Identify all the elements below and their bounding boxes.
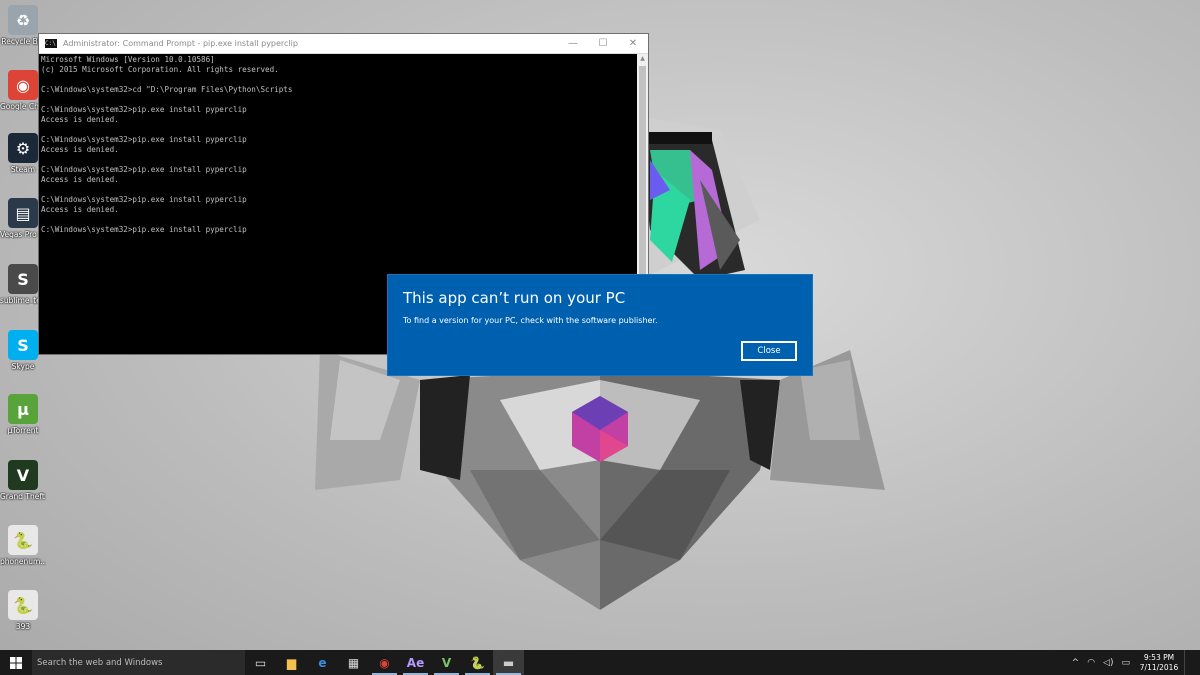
clock[interactable]: 9:53 PM 7/11/2016 (1134, 653, 1184, 673)
desktop-icon-glyph-icon: µ (8, 394, 38, 424)
dialog-message: To find a version for your PC, check wit… (403, 316, 658, 325)
after-effects-taskbar-button[interactable]: Ae (400, 650, 431, 675)
desktop-icon-glyph-icon: V (8, 460, 38, 490)
desktop-icon-label: phonenum... (0, 557, 46, 566)
desktop-icon-glyph-icon: ⚙ (8, 133, 38, 163)
dialog-title: This app can’t run on your PC (403, 289, 626, 307)
desktop-icon-glyph-icon: ♻ (8, 5, 38, 35)
task-view-icon: ▭ (254, 655, 267, 670)
desktop-icon-glyph-icon: 🐍 (8, 590, 38, 620)
python-file-icon: 🐍 (470, 655, 485, 670)
command-prompt-titlebar[interactable]: C:\ Administrator: Command Prompt - pip.… (39, 34, 648, 54)
chrome-taskbar-button[interactable]: ◉ (369, 650, 400, 675)
clock-time: 9:53 PM (1143, 652, 1175, 662)
chrome-icon: ◉ (379, 655, 390, 670)
scroll-up-icon[interactable]: ▲ (637, 55, 648, 62)
gta-taskbar-button[interactable]: V (431, 650, 462, 675)
maximize-button[interactable]: ☐ (588, 34, 618, 54)
volume-icon[interactable]: ◁) (1103, 658, 1113, 668)
close-button[interactable]: Close (740, 340, 798, 362)
wifi-icon[interactable]: ◠ (1087, 658, 1095, 668)
file-explorer-taskbar-button[interactable]: ▆ (276, 650, 307, 675)
system-tray: ^ ◠ ◁) ▭ 9:53 PM 7/11/2016 (1068, 650, 1200, 675)
file-explorer-icon: ▆ (286, 655, 297, 670)
store-taskbar-button[interactable]: ▦ (338, 650, 369, 675)
edge-taskbar-button[interactable]: e (307, 650, 338, 675)
desktop-icon-label: µTorrent (7, 426, 39, 435)
store-icon: ▦ (347, 655, 360, 670)
desktop-icon[interactable]: V Grand Theft Auto V (0, 460, 46, 501)
desktop-icon[interactable]: 🐍 393 (0, 590, 46, 631)
show-desktop-button[interactable] (1184, 650, 1200, 675)
after-effects-icon: Ae (406, 655, 425, 670)
command-prompt-icon: C:\ (45, 39, 57, 48)
taskbar-pinned-items: ▭ ▆ e ▦ ◉ Ae V 🐍 ▬ (245, 650, 524, 675)
cmd-icon: ▬ (502, 655, 515, 670)
gta-icon: V (441, 655, 452, 670)
search-input[interactable]: Search the web and Windows (32, 650, 245, 675)
start-button[interactable] (0, 650, 32, 675)
desktop-icon[interactable]: µ µTorrent (0, 394, 46, 435)
desktop-icon-label: Skype (11, 362, 35, 371)
taskbar: Search the web and Windows ▭ ▆ e ▦ ◉ Ae V 🐍 ▬ ^ … (0, 650, 1200, 675)
desktop-icon-glyph-icon: S (8, 264, 38, 294)
search-placeholder: Search the web and Windows (37, 657, 163, 668)
desktop-icon-glyph-icon: ▤ (8, 198, 38, 228)
close-window-button[interactable]: ✕ (618, 34, 648, 54)
app-cannot-run-dialog: This app can’t run on your PC To find a … (387, 274, 813, 376)
edge-icon: e (318, 655, 327, 670)
minimize-button[interactable]: — (558, 34, 588, 54)
window-title: Administrator: Command Prompt - pip.exe … (63, 39, 298, 48)
action-center-icon[interactable]: ▭ (1121, 658, 1130, 668)
desktop-icon[interactable]: 🐍 phonenum... (0, 525, 46, 566)
cmd-taskbar-button[interactable]: ▬ (493, 650, 524, 675)
desktop-icon-glyph-icon: S (8, 330, 38, 360)
desktop-icon-glyph-icon: ◉ (8, 70, 38, 100)
desktop-icon-glyph-icon: 🐍 (8, 525, 38, 555)
python-file-taskbar-button[interactable]: 🐍 (462, 650, 493, 675)
task-view-taskbar-button[interactable]: ▭ (245, 650, 276, 675)
windows-logo-icon (10, 656, 22, 669)
clock-date: 7/11/2016 (1139, 662, 1179, 672)
show-hidden-icons-icon[interactable]: ^ (1072, 658, 1080, 668)
desktop-icon-label: Grand Theft Auto V (0, 492, 46, 501)
desktop-icon-label: 393 (15, 622, 31, 631)
